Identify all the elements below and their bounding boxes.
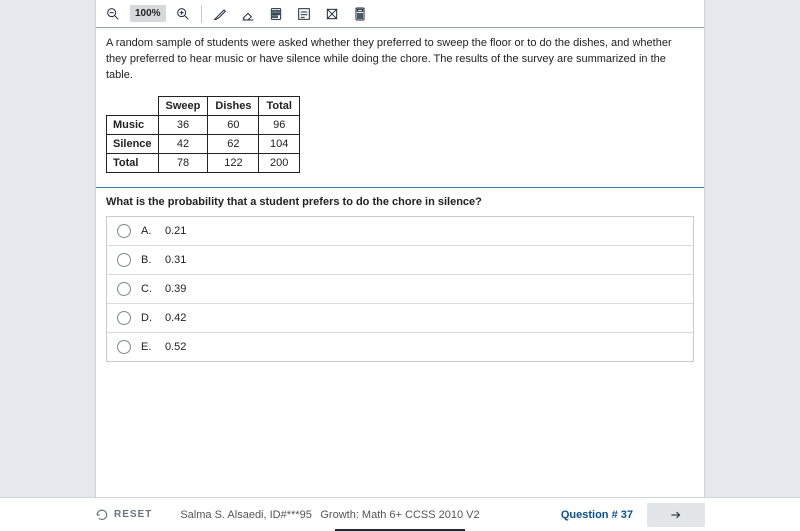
option-b[interactable]: B. 0.31 xyxy=(107,246,693,275)
highlighter-icon[interactable] xyxy=(209,3,231,25)
col-header: Dishes xyxy=(208,96,259,115)
table-row: Music 36 60 96 xyxy=(107,115,300,134)
test-name: Growth: Math 6+ CCSS 2010 V2 xyxy=(320,509,479,521)
col-header: Sweep xyxy=(158,96,208,115)
option-value: 0.42 xyxy=(165,312,186,324)
radio-icon[interactable] xyxy=(117,340,131,354)
prompt-text: A random sample of students were asked w… xyxy=(106,36,694,84)
arrow-right-icon xyxy=(668,508,684,522)
eraser-icon[interactable] xyxy=(237,3,259,25)
radio-icon[interactable] xyxy=(117,282,131,296)
option-value: 0.21 xyxy=(165,225,186,237)
table-row: Total 78 122 200 xyxy=(107,153,300,172)
toolbar: 100% xyxy=(96,0,704,28)
option-d[interactable]: D. 0.42 xyxy=(107,304,693,333)
notepad-icon[interactable] xyxy=(265,3,287,25)
table-row: Silence 42 62 104 xyxy=(107,134,300,153)
footer: RESET Salma S. Alsaedi, ID#***95 Growth:… xyxy=(0,497,800,531)
question-text: What is the probability that a student p… xyxy=(106,196,694,208)
zoom-level: 100% xyxy=(130,5,166,22)
option-c[interactable]: C. 0.39 xyxy=(107,275,693,304)
option-letter: D. xyxy=(141,312,155,324)
line-reader-icon[interactable] xyxy=(293,3,315,25)
student-info: Salma S. Alsaedi, ID#***95 xyxy=(180,509,311,521)
col-header: Total xyxy=(259,96,299,115)
option-letter: A. xyxy=(141,225,155,237)
option-a[interactable]: A. 0.21 xyxy=(107,217,693,246)
option-value: 0.31 xyxy=(165,254,186,266)
reset-label: RESET xyxy=(114,509,152,520)
radio-icon[interactable] xyxy=(117,311,131,325)
option-letter: B. xyxy=(141,254,155,266)
zoom-in-icon[interactable] xyxy=(172,3,194,25)
option-value: 0.39 xyxy=(165,283,186,295)
option-letter: C. xyxy=(141,283,155,295)
option-e[interactable]: E. 0.52 xyxy=(107,333,693,361)
strikethrough-icon[interactable] xyxy=(321,3,343,25)
calculator-icon[interactable] xyxy=(349,3,371,25)
option-letter: E. xyxy=(141,341,155,353)
reset-button[interactable]: RESET xyxy=(95,508,152,522)
radio-icon[interactable] xyxy=(117,253,131,267)
zoom-out-icon[interactable] xyxy=(102,3,124,25)
radio-icon[interactable] xyxy=(117,224,131,238)
option-value: 0.52 xyxy=(165,341,186,353)
answer-options: A. 0.21 B. 0.31 C. 0.39 D. 0.42 xyxy=(106,216,694,362)
next-button[interactable] xyxy=(647,503,705,527)
question-number: Question # 37 xyxy=(561,509,633,521)
data-table: Sweep Dishes Total Music 36 60 96 Silenc… xyxy=(106,96,300,173)
refresh-icon xyxy=(95,508,109,522)
